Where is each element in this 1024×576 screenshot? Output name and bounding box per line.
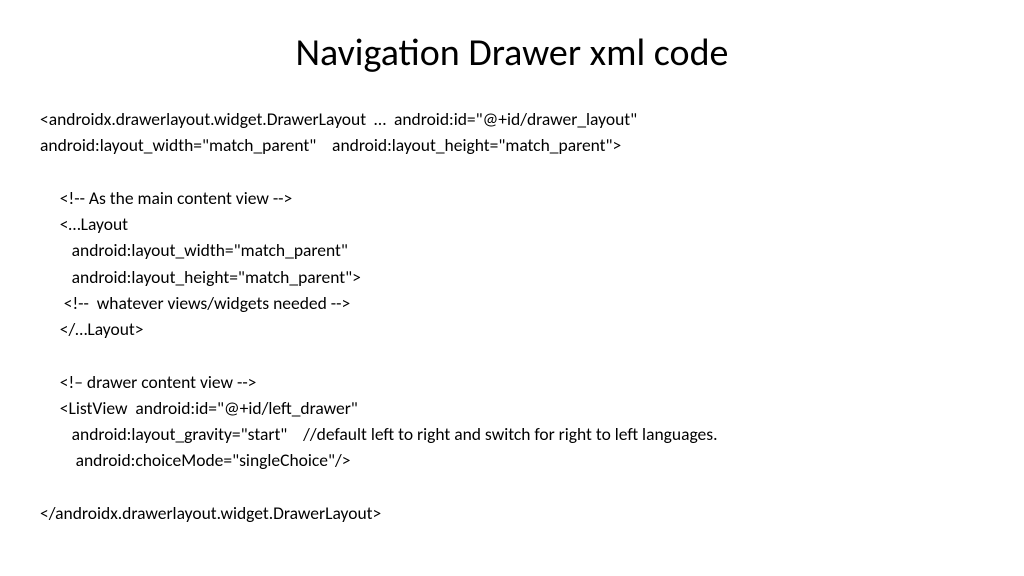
code-block: <androidx.drawerlayout.widget.DrawerLayo… — [40, 106, 984, 526]
slide-container: Navigation Drawer xml code <androidx.dra… — [0, 0, 1024, 576]
slide-title: Navigation Drawer xml code — [40, 30, 984, 76]
